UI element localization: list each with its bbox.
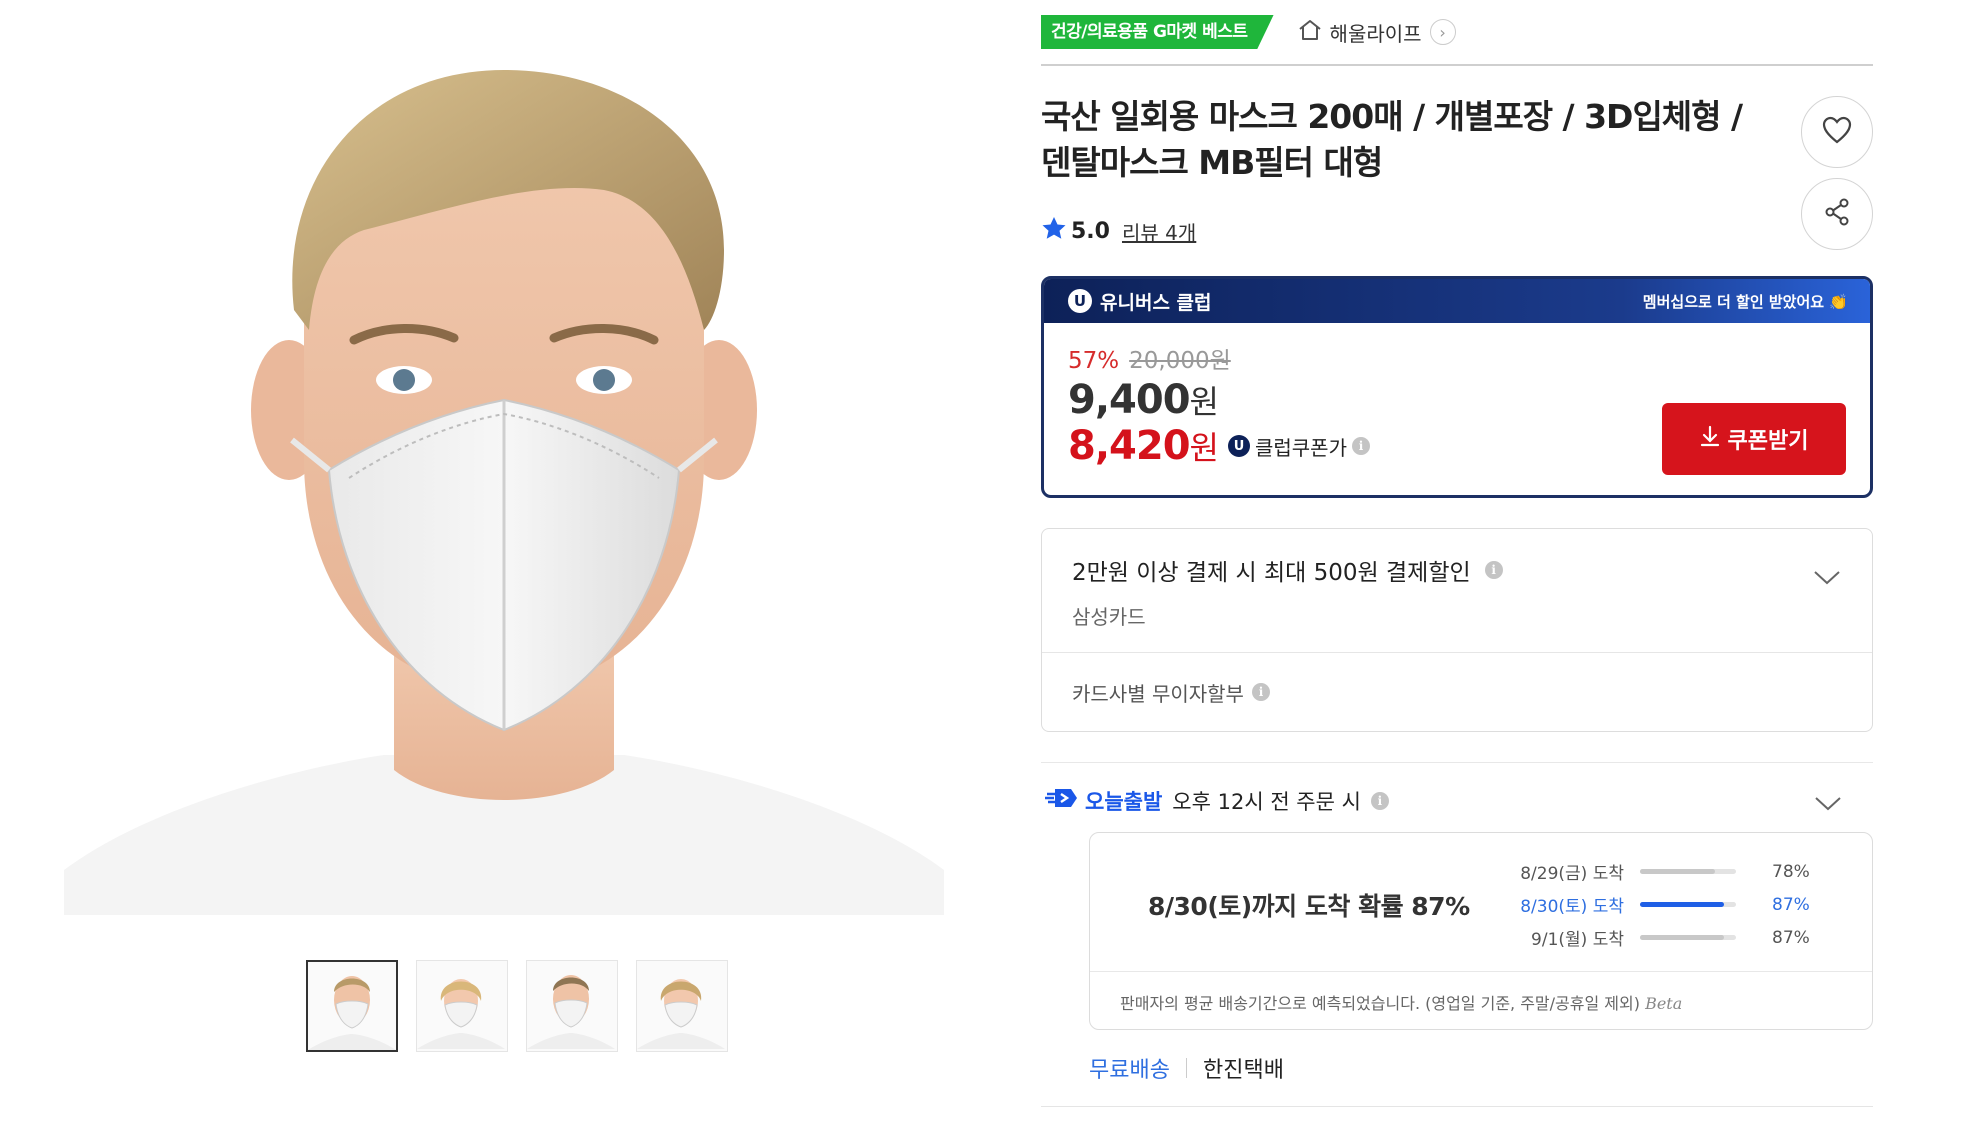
fast-delivery-icon (1045, 785, 1079, 816)
discount-rate: 57% (1068, 348, 1120, 374)
store-name: 해울라이프 (1329, 21, 1422, 46)
divider (1041, 1106, 1873, 1107)
carrier-name: 한진택배 (1202, 1058, 1284, 1083)
arrival-probability-text: 8/30(토)까지 도착 확률 87% (1148, 892, 1470, 921)
wishlist-button[interactable] (1801, 96, 1873, 168)
club-header: U 유니버스 클럽 멤버십으로 더 할인 받았어요 👏 (1044, 279, 1870, 323)
store-link[interactable]: 해울라이프 › (1298, 18, 1456, 47)
product-info-panel: 건강/의료용품 G마켓 베스트 해울라이프 › 국산 일회용 마스크 200매 … (1041, 0, 1873, 1107)
chevron-down-icon[interactable] (1813, 793, 1843, 813)
prediction-note: 판매자의 평균 배송기간으로 예측되었습니다. (영업일 기준, 주말/공휴일 … (1090, 971, 1872, 1029)
heart-icon (1822, 116, 1852, 148)
divider (1185, 1058, 1187, 1078)
thumbnail-4[interactable] (636, 960, 728, 1052)
club-price-box: U 유니버스 클럽 멤버십으로 더 할인 받았어요 👏 57% 20,000원 … (1041, 276, 1873, 498)
today-shipping: 오늘출발 (1045, 785, 1162, 816)
chevron-right-icon: › (1429, 19, 1456, 45)
thumbnail-1[interactable] (306, 960, 398, 1052)
thumbnail-strip (306, 960, 728, 1052)
download-icon (1700, 425, 1720, 453)
shipping-row: 무료배송 한진택배 (1089, 1052, 1873, 1084)
free-shipping-link[interactable]: 무료배송 (1089, 1052, 1170, 1084)
delivery-header[interactable]: 오늘출발 오후 12시 전 주문 시 i (1041, 785, 1873, 816)
probability-bar (1640, 935, 1736, 940)
chevron-down-icon[interactable] (1812, 567, 1842, 587)
star-icon (1041, 216, 1067, 246)
product-title: 국산 일회용 마스크 200매 / 개별포장 / 3D입체형 / 덴탈마스크 M… (1041, 97, 1743, 182)
coupon-price: 8,420원 (1068, 423, 1219, 469)
probability-row: 8/30(토) 도착 87% (1520, 894, 1810, 918)
arrival-probability-box: 8/30(토)까지 도착 확률 87% 8/29(금) 도착 78% 8/30(… (1089, 832, 1873, 1030)
card-discount-header[interactable]: 2만원 이상 결제 시 최대 500원 결제할인 i 삼성카드 (1042, 529, 1872, 653)
best-badge[interactable]: 건강/의료용품 G마켓 베스트 (1041, 15, 1274, 49)
top-bar: 건강/의료용품 G마켓 베스트 해울라이프 › (1041, 0, 1873, 66)
review-link[interactable]: 리뷰 4개 (1122, 217, 1196, 246)
hand-emoji-icon: 👏 (1829, 292, 1848, 311)
arrival-probability-list: 8/29(금) 도착 78% 8/30(토) 도착 87% 9/1(월) 도착 … (1510, 855, 1830, 954)
universe-logo-icon: U (1068, 289, 1092, 313)
universe-logo-icon: U (1227, 435, 1250, 457)
club-brand-label: 유니버스 클럽 (1100, 291, 1212, 314)
card-name: 삼성카드 (1072, 605, 1146, 629)
share-button[interactable] (1801, 178, 1873, 250)
club-brand: U 유니버스 클럽 (1068, 288, 1212, 315)
info-icon[interactable]: i (1484, 561, 1503, 579)
thumbnail-3[interactable] (526, 960, 618, 1052)
delivery-section: 오늘출발 오후 12시 전 주문 시 i 8/30(토)까지 도착 확률 87%… (1041, 762, 1873, 1107)
info-icon[interactable]: i (1351, 437, 1370, 455)
probability-bar-fill (1640, 935, 1724, 940)
card-discount-title: 2만원 이상 결제 시 최대 500원 결제할인 i (1072, 553, 1842, 587)
original-price: 20,000원 (1129, 348, 1231, 374)
probability-bar-fill (1640, 869, 1715, 874)
thumbnail-2[interactable] (416, 960, 508, 1052)
info-icon[interactable]: i (1370, 791, 1389, 810)
share-icon (1822, 197, 1852, 231)
probability-bar (1640, 869, 1736, 874)
model-with-mask-image (64, 70, 944, 915)
probability-row: 9/1(월) 도착 87% (1531, 927, 1810, 951)
card-discount-box: 2만원 이상 결제 시 최대 500원 결제할인 i 삼성카드 카드사별 무이자… (1041, 528, 1873, 732)
home-icon (1298, 19, 1322, 46)
probability-bar-fill (1640, 902, 1724, 907)
delivery-condition: 오후 12시 전 주문 시 (1172, 789, 1361, 814)
probability-bar (1640, 902, 1736, 907)
product-gallery (64, 30, 944, 1052)
info-icon[interactable]: i (1251, 683, 1270, 701)
main-product-image[interactable] (64, 30, 944, 915)
installment-row[interactable]: 카드사별 무이자할부 i (1042, 653, 1872, 731)
club-notice: 멤버십으로 더 할인 받았어요 👏 (1642, 292, 1848, 311)
beta-label: Beta (1645, 994, 1683, 1013)
rating-row: 5.0 리뷰 4개 (1041, 216, 1873, 246)
get-coupon-button[interactable]: 쿠폰받기 (1662, 403, 1846, 475)
probability-row: 8/29(금) 도착 78% (1520, 861, 1810, 885)
rating-score: 5.0 (1071, 218, 1110, 244)
club-coupon-label: U 클럽쿠폰가 i (1227, 432, 1370, 461)
discount-row: 57% 20,000원 (1068, 341, 1846, 375)
